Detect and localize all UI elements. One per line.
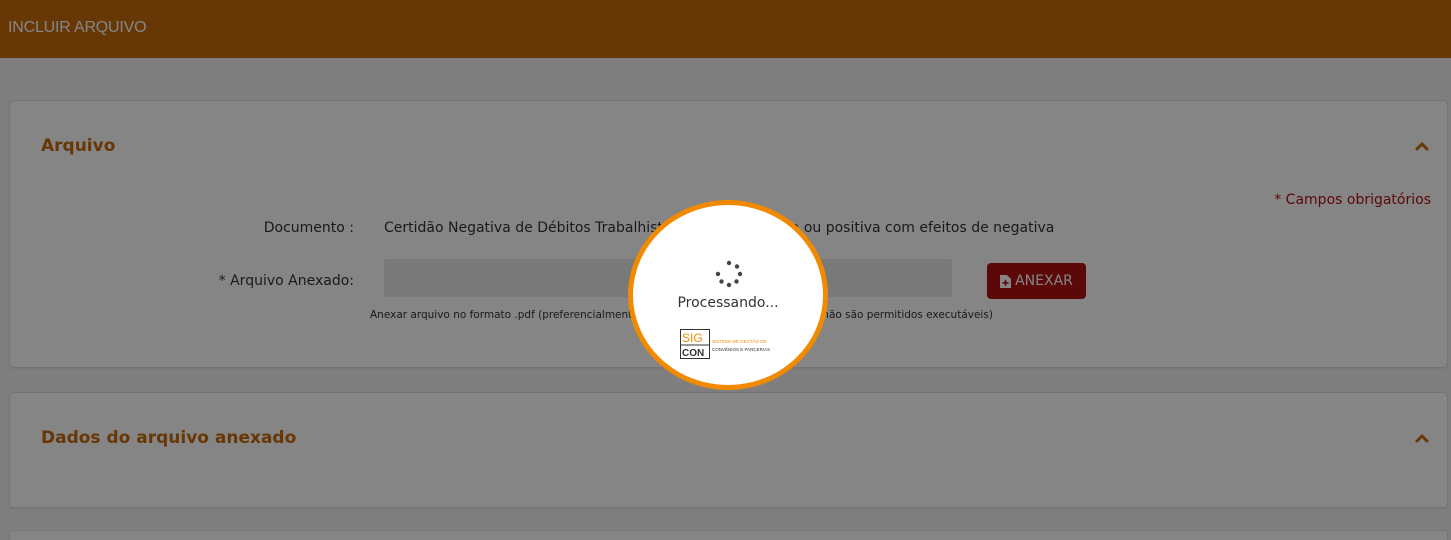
- logo-con-text: CON: [682, 348, 704, 359]
- loading-text: Processando...: [677, 295, 779, 311]
- sigcon-logo: SIG CON SISTEMA DE GESTÃO DE CONVÊNIOS E…: [680, 329, 770, 359]
- spinner-icon: [715, 260, 743, 288]
- logo-line2-text: CONVÊNIOS E PARCERIAS: [712, 345, 770, 352]
- logo-sig-text: SIG: [682, 331, 703, 345]
- logo-line1-text: SISTEMA DE GESTÃO DE: [712, 338, 767, 344]
- loading-dialog: Processando... SIG CON SISTEMA DE GESTÃO…: [628, 200, 828, 390]
